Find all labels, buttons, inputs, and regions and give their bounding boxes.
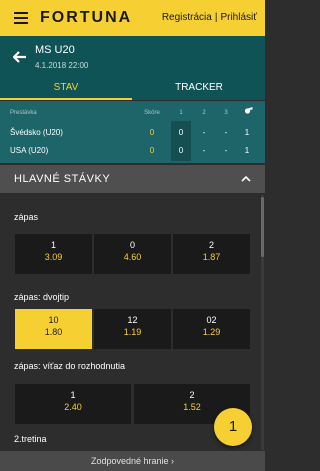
odds-button[interactable]: 1 2.40 — [15, 384, 131, 424]
odds-button[interactable]: 0 4.60 — [94, 234, 171, 274]
header-p2: 2 — [202, 110, 206, 116]
section-title: HLAVNÉ STÁVKY — [14, 173, 111, 185]
table-row: Švédsko (U20) 0 0 - - 1 — [0, 125, 265, 141]
team-name: Švédsko (U20) — [10, 128, 63, 137]
betslip-button[interactable]: 1 — [214, 408, 252, 446]
team-score: 0 — [149, 128, 155, 137]
score-table-header: Prestávka Skóre 1 2 3 — [0, 105, 265, 121]
odds-outcome: 1 — [50, 240, 56, 250]
odds-button[interactable]: 1 3.09 — [15, 234, 92, 274]
back-arrow-icon[interactable] — [13, 51, 27, 63]
tab-bar: STAV TRACKER — [0, 78, 265, 100]
odds-outcome: 2 — [189, 390, 195, 400]
match-date: 4.1.2018 22:00 — [35, 61, 89, 70]
menu-icon[interactable] — [14, 12, 28, 24]
tab-stav[interactable]: STAV — [0, 78, 132, 100]
odds-value: 1.87 — [202, 252, 221, 262]
main-bets-section-header[interactable]: HLAVNÉ STÁVKY — [0, 165, 265, 193]
market-label: zápas: dvojtip — [14, 292, 70, 302]
team-score: 0 — [149, 146, 155, 155]
odds-outcome: 1 — [70, 390, 76, 400]
login-link[interactable]: Prihlásiť — [220, 12, 257, 23]
market-label: zápas — [14, 212, 39, 222]
odds-button[interactable]: 12 1.19 — [94, 309, 171, 349]
odds-value: 1.29 — [202, 327, 221, 337]
market-label: 2.tretina — [14, 434, 47, 444]
header-score: Skóre — [144, 110, 160, 116]
period-3-score: - — [224, 146, 228, 155]
header-p1: 1 — [179, 110, 183, 116]
whistle-count: 1 — [244, 146, 250, 155]
scrollbar-thumb[interactable] — [261, 197, 264, 257]
market-label: zápas: víťaz do rozhodnutia — [14, 361, 125, 371]
team-name: USA (U20) — [10, 146, 49, 155]
period-2-score: - — [202, 146, 206, 155]
odds-outcome: 10 — [48, 315, 59, 325]
chevron-up-icon[interactable] — [241, 175, 251, 182]
period-2-score: - — [202, 128, 206, 137]
auth-links: Registrácia | Prihlásiť — [162, 12, 257, 23]
match-header: MS U20 4.1.2018 22:00 — [0, 36, 265, 78]
score-table: Prestávka Skóre 1 2 3 Švédsko (U20) 0 0 … — [0, 101, 265, 163]
whistle-count: 1 — [244, 128, 250, 137]
odds-value: 1.19 — [123, 327, 142, 337]
odds-outcome: 2 — [208, 240, 214, 250]
auth-separator: | — [214, 12, 218, 23]
odds-button[interactable]: 2 1.87 — [173, 234, 250, 274]
top-bar: FORTUNA Registrácia | Prihlásiť — [0, 0, 265, 36]
odds-outcome: 02 — [206, 315, 217, 325]
header-p3: 3 — [224, 110, 228, 116]
odds-value: 4.60 — [123, 252, 142, 262]
register-link[interactable]: Registrácia — [162, 12, 212, 23]
responsible-gaming-link[interactable]: Zodpovedné hranie › — [0, 451, 265, 471]
period-1-score: 0 — [178, 146, 184, 155]
odds-value: 3.09 — [44, 252, 63, 262]
odds-button[interactable]: 02 1.29 — [173, 309, 250, 349]
odds-outcome: 12 — [127, 315, 138, 325]
table-row: USA (U20) 0 0 - - 1 — [0, 143, 265, 159]
odds-value: 2.40 — [64, 402, 82, 412]
brand-logo[interactable]: FORTUNA — [40, 9, 132, 27]
period-3-score: - — [224, 128, 228, 137]
whistle-icon — [244, 107, 253, 114]
match-title: MS U20 — [35, 44, 75, 56]
header-period: Prestávka — [10, 110, 37, 116]
tab-tracker[interactable]: TRACKER — [133, 78, 265, 100]
odds-button-selected[interactable]: 10 1.80 — [15, 309, 92, 349]
odds-value: 1.80 — [44, 327, 63, 337]
period-1-score: 0 — [178, 128, 184, 137]
odds-outcome: 0 — [129, 240, 135, 250]
